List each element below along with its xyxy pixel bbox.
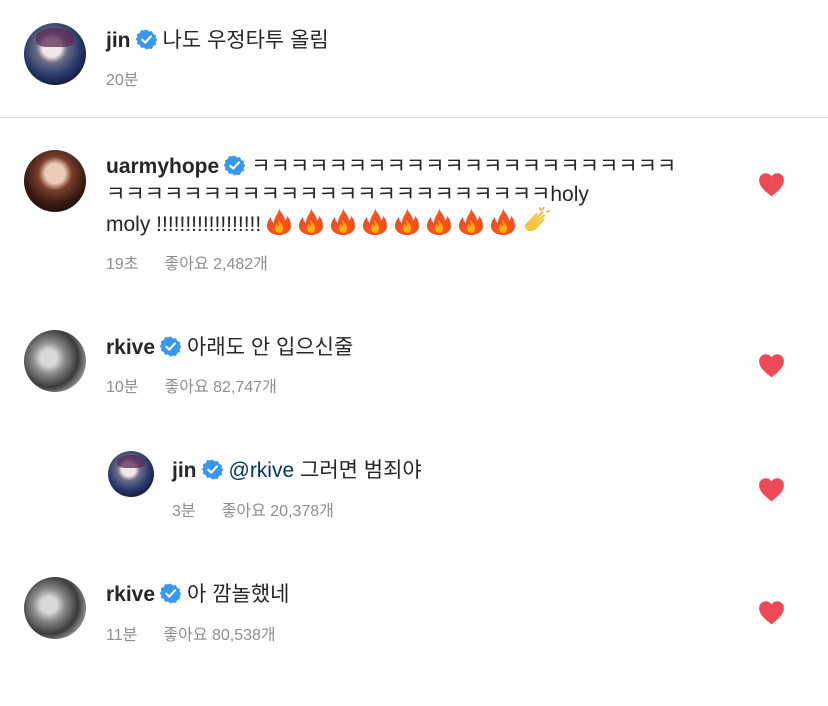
reply-username[interactable]: jin xyxy=(172,459,197,482)
divider xyxy=(0,117,828,118)
heart-icon[interactable] xyxy=(758,477,785,502)
comment-time[interactable]: 10분 xyxy=(106,379,139,396)
reply-text: 그러면 범죄야 xyxy=(300,459,422,482)
comment-username[interactable]: rkive xyxy=(106,583,155,606)
verified-icon xyxy=(202,459,223,480)
reply-meta: 3분 좋아요 20,378개 xyxy=(172,497,334,521)
clap-icon xyxy=(523,207,551,235)
comment-text: ㅋㅋㅋㅋㅋㅋㅋㅋㅋㅋㅋㅋㅋㅋㅋㅋㅋㅋㅋㅋㅋㅋㅋholy xyxy=(106,183,589,206)
caption-avatar[interactable] xyxy=(24,23,86,85)
comment-row: uarmyhope ㅋㅋㅋㅋㅋㅋㅋㅋㅋㅋㅋㅋㅋㅋㅋㅋㅋㅋㅋㅋㅋㅋ xyxy=(106,150,676,180)
mention-link[interactable]: @rkive xyxy=(229,459,295,482)
fire-icon xyxy=(395,207,419,235)
fire-icon xyxy=(267,207,291,235)
emoji-row xyxy=(267,213,559,236)
verified-icon xyxy=(160,336,181,357)
caption-username[interactable]: jin xyxy=(106,29,131,52)
verified-icon xyxy=(136,29,157,50)
comment-avatar[interactable] xyxy=(24,577,86,639)
reply-row: jin @rkive 그러면 범죄야 xyxy=(172,454,422,484)
comment-time[interactable]: 19초 xyxy=(106,256,139,273)
comment-text-last: moly !!!!!!!!!!!!!!!!!! xyxy=(106,207,559,237)
verified-icon xyxy=(224,155,245,176)
comment-likes[interactable]: 좋아요 82,747개 xyxy=(165,379,277,396)
comment-meta: 11분 좋아요 80,538개 xyxy=(106,621,276,645)
comment-username[interactable]: uarmyhope xyxy=(106,155,219,178)
caption-text: 나도 우정타투 올림 xyxy=(162,29,329,52)
fire-icon xyxy=(331,207,355,235)
comment-text: 아 깜놀했네 xyxy=(187,583,290,606)
comment-likes[interactable]: 좋아요 80,538개 xyxy=(163,627,275,644)
comment-text: moly !!!!!!!!!!!!!!!!!! xyxy=(106,213,262,236)
fire-icon xyxy=(363,207,387,235)
comment-row: rkive 아 깜놀했네 xyxy=(106,578,289,608)
reply-avatar[interactable] xyxy=(108,451,154,497)
caption-time[interactable]: 20분 xyxy=(106,72,139,89)
comment-likes[interactable]: 좋아요 2,482개 xyxy=(165,256,268,273)
heart-icon[interactable] xyxy=(758,353,785,378)
comment-avatar[interactable] xyxy=(24,150,86,212)
reply-likes[interactable]: 좋아요 20,378개 xyxy=(222,503,334,520)
fire-icon xyxy=(491,207,515,235)
comment-avatar[interactable] xyxy=(24,330,86,392)
fire-icon xyxy=(459,207,483,235)
comment-meta: 10분 좋아요 82,747개 xyxy=(106,373,277,397)
comment-meta: 19초 좋아요 2,482개 xyxy=(106,250,268,274)
verified-icon xyxy=(160,583,181,604)
heart-icon[interactable] xyxy=(758,600,785,625)
heart-icon[interactable] xyxy=(758,172,785,197)
comment-text: ㅋㅋㅋㅋㅋㅋㅋㅋㅋㅋㅋㅋㅋㅋㅋㅋㅋㅋㅋㅋㅋㅋ xyxy=(251,155,677,178)
comment-time[interactable]: 11분 xyxy=(106,627,137,644)
caption-row: jin 나도 우정타투 올림 xyxy=(106,24,329,54)
caption-meta: 20분 xyxy=(106,66,139,90)
fire-icon xyxy=(299,207,323,235)
reply-time[interactable]: 3분 xyxy=(172,503,196,520)
comment-username[interactable]: rkive xyxy=(106,336,155,359)
comment-text: 아래도 안 입으신줄 xyxy=(187,336,354,359)
fire-icon xyxy=(427,207,451,235)
comment-row: rkive 아래도 안 입으신줄 xyxy=(106,331,353,361)
